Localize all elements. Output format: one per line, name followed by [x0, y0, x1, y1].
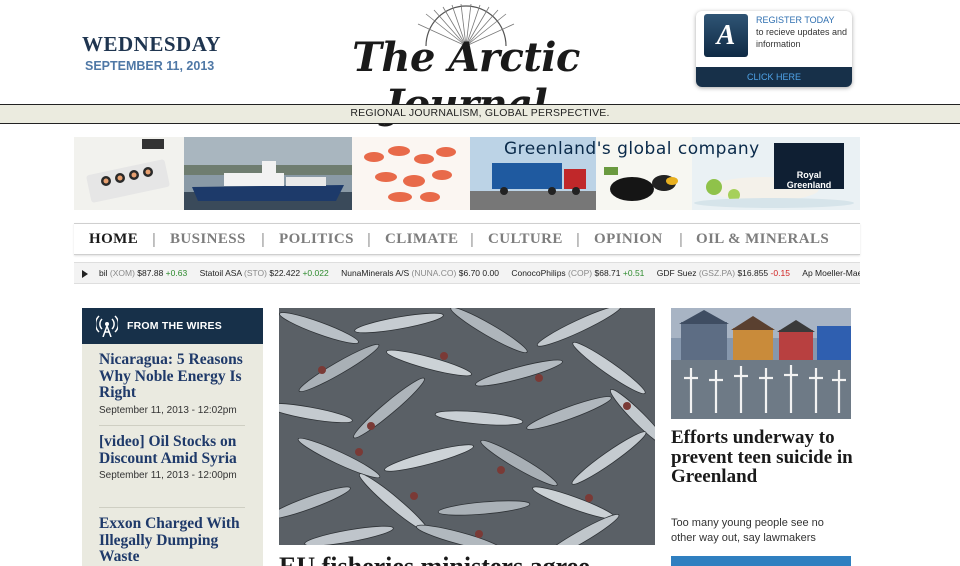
wires-title: FROM THE WIRES	[127, 320, 222, 332]
ticker-name: Statoil ASA	[199, 268, 242, 278]
site-header: WEDNESDAY SEPTEMBER 11, 2013 The Arctic …	[0, 0, 960, 128]
ticker-name: Ap Moeller-Maersk A/	[802, 268, 860, 278]
wire-headline[interactable]: [video] Oil Stocks on Discount Amid Syri…	[99, 433, 249, 467]
ticker-change: -0.15	[770, 268, 790, 278]
main-story-photo[interactable]	[279, 308, 655, 545]
nav-separator: |	[576, 231, 580, 248]
wire-item[interactable]: Exxon Charged With Illegally Dumping Was…	[99, 515, 249, 566]
fish-photo	[279, 308, 655, 545]
ticker-item[interactable]: ConocoPhilips (COP) $68.71 +0.51	[511, 263, 645, 283]
next-story-image[interactable]	[671, 556, 851, 566]
register-text: to recieve updates and information	[756, 27, 848, 49]
ticker-item[interactable]: GDF Suez (GSZ.PA) $16.855 -0.15	[656, 263, 790, 283]
broadcast-tower-icon	[96, 315, 118, 337]
banner-brand-label: Royal Greenland	[786, 170, 832, 190]
main-nav: HOME | BUSINESS | POLITICS | CLIMATE | C…	[74, 223, 860, 255]
ticker-price: $87.88	[137, 268, 164, 278]
play-icon[interactable]	[82, 270, 88, 278]
nav-separator: |	[679, 231, 683, 248]
wire-headline[interactable]: Exxon Charged With Illegally Dumping Was…	[99, 515, 249, 566]
click-here-button[interactable]: CLICK HERE	[696, 67, 852, 87]
wire-time: September 11, 2013 - 12:02pm	[99, 404, 237, 416]
ticker-item[interactable]: bil (XOM) $87.88 +0.63	[99, 263, 188, 283]
ticker-name: ConocoPhilips	[511, 268, 566, 278]
nav-separator: |	[470, 231, 474, 248]
ticker-symbol: (GSZ.PA)	[698, 268, 736, 278]
nav-politics[interactable]: POLITICS	[279, 231, 354, 248]
ticker-symbol: (COP)	[568, 268, 593, 278]
nav-climate[interactable]: CLIMATE	[385, 231, 458, 248]
stock-ticker: bil (XOM) $87.88 +0.63 Statoil ASA (STO)…	[74, 262, 860, 284]
date-full: SEPTEMBER 11, 2013	[85, 59, 215, 73]
nav-opinion[interactable]: OPINION	[594, 231, 663, 248]
nav-oil-minerals[interactable]: OIL & MINERALS	[696, 231, 829, 248]
ticker-item[interactable]: Ap Moeller-Maersk A/	[802, 263, 860, 283]
ticker-price: $6.70	[458, 268, 481, 278]
main-story-headline[interactable]: EU fisheries ministers agree	[279, 552, 590, 566]
ticker-name: NunaMinerals A/S	[341, 268, 410, 278]
ticker-change: 0.00	[482, 268, 499, 278]
ticker-item[interactable]: NunaMinerals A/S (NUNA.CO) $6.70 0.00	[341, 263, 499, 283]
banner-ad[interactable]: Greenland's global company Royal Greenla…	[74, 137, 860, 210]
nav-home[interactable]: HOME	[89, 231, 138, 248]
register-title[interactable]: REGISTER TODAY	[756, 15, 835, 25]
ticker-price: $22.422	[269, 268, 301, 278]
date-day: WEDNESDAY	[82, 32, 222, 56]
ticker-symbol: (NUNA.CO)	[411, 268, 457, 278]
cemetery-photo	[671, 308, 851, 419]
ticker-items: bil (XOM) $87.88 +0.63 Statoil ASA (STO)…	[99, 263, 860, 283]
ticker-change: +0.51	[622, 268, 645, 278]
wire-headline[interactable]: Nicaragua: 5 Reasons Why Noble Energy Is…	[99, 351, 249, 402]
ticker-name: GDF Suez	[656, 268, 697, 278]
nav-separator: |	[367, 231, 371, 248]
side-story-photo[interactable]	[671, 308, 851, 419]
wire-item[interactable]: [video] Oil Stocks on Discount Amid Syri…	[99, 433, 249, 481]
journal-logo-icon: A	[704, 14, 748, 57]
nav-business[interactable]: BUSINESS	[170, 231, 246, 248]
from-the-wires-panel: FROM THE WIRES Nicaragua: 5 Reasons Why …	[82, 308, 263, 566]
nav-culture[interactable]: CULTURE	[488, 231, 563, 248]
ticker-item[interactable]: Statoil ASA (STO) $22.422 +0.022	[199, 263, 329, 283]
wires-header: FROM THE WIRES	[82, 308, 263, 344]
wire-item[interactable]: Nicaragua: 5 Reasons Why Noble Energy Is…	[99, 351, 249, 416]
tagline-bar: REGIONAL JOURNALISM, GLOBAL PERSPECTIVE.	[0, 104, 960, 124]
ticker-price: $68.71	[594, 268, 621, 278]
side-story-headline[interactable]: Efforts underway to prevent teen suicide…	[671, 428, 856, 487]
register-widget[interactable]: A REGISTER TODAY to recieve updates and …	[696, 11, 852, 87]
nav-separator: |	[261, 231, 265, 248]
side-story-dek: Too many young people see no other way o…	[671, 517, 824, 544]
ticker-name: bil	[99, 268, 108, 278]
ticker-change: +0.63	[165, 268, 188, 278]
divider	[99, 425, 245, 426]
ticker-change: +0.022	[302, 268, 329, 278]
divider	[99, 507, 245, 508]
royal-greenland-logo: Royal Greenland	[774, 143, 844, 190]
ticker-symbol: (XOM)	[109, 268, 135, 278]
date-block: WEDNESDAY SEPTEMBER 11, 2013	[82, 32, 221, 73]
banner-slogan: Greenland's global company	[504, 139, 760, 159]
ticker-symbol: (STO)	[244, 268, 267, 278]
wire-time: September 11, 2013 - 12:00pm	[99, 470, 237, 481]
site-logo[interactable]: The Arctic Journal	[276, 4, 656, 128]
ticker-price: $16.855	[737, 268, 769, 278]
nav-separator: |	[152, 231, 156, 248]
